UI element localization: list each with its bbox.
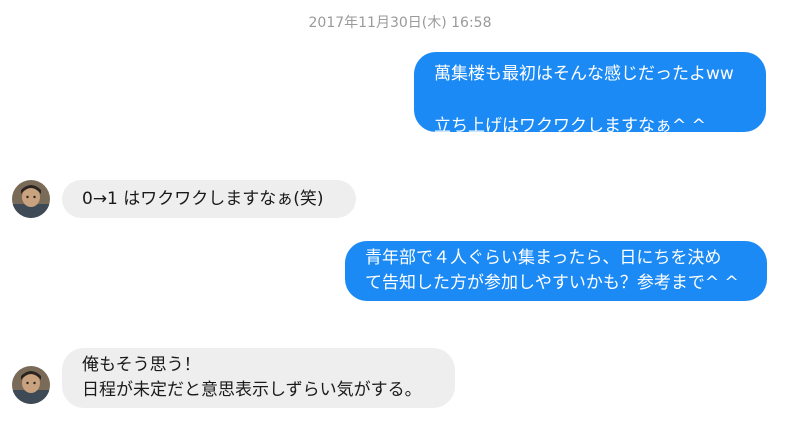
avatar-photo-icon — [12, 366, 50, 404]
incoming-message-bubble[interactable]: 俺もそう思う！ 日程が未定だと意思表示しずらい気がする。 — [62, 348, 455, 408]
avatar-photo-icon — [12, 180, 50, 218]
outgoing-message-bubble[interactable]: 青年部で４人ぐらい集まったら、日にちを決め て告知した方が参加しやすいかも？参考… — [345, 241, 767, 301]
incoming-message-bubble[interactable]: 0→1 はワクワクしますなぁ(笑) — [62, 180, 356, 218]
contact-avatar[interactable] — [12, 366, 50, 404]
outgoing-message-bubble[interactable]: 萬集楼も最初はそんな感じだったよww 立ち上げはワクワクしますなぁ^ ^ — [414, 52, 766, 136]
conversation-timestamp: 2017年11月30日(木) 16:58 — [308, 15, 492, 31]
contact-avatar[interactable] — [12, 180, 50, 218]
